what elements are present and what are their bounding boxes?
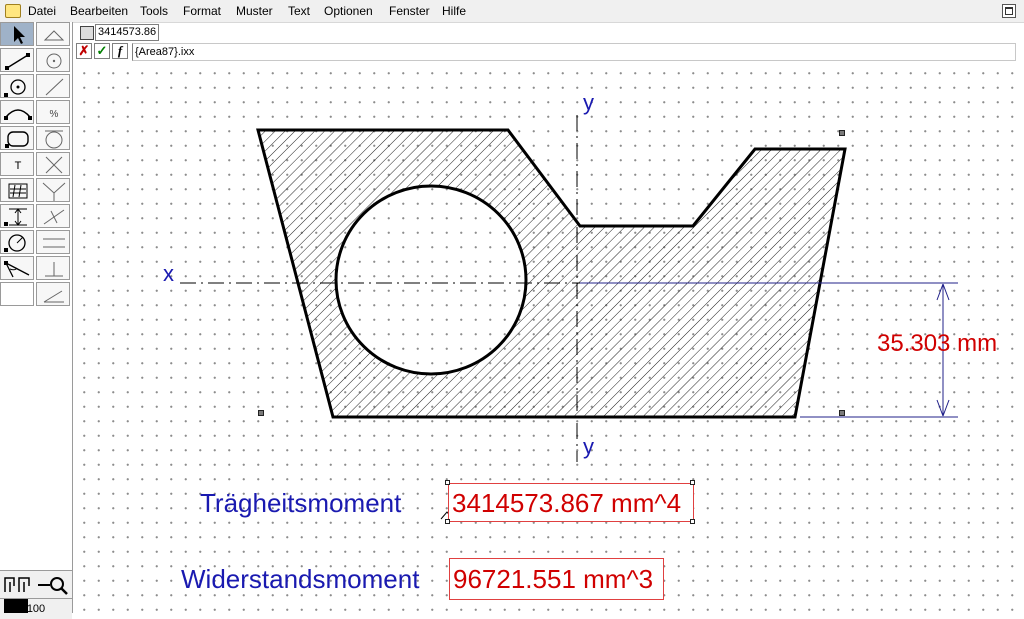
percent-icon: %: [50, 109, 59, 120]
zoom-fit-icon[interactable]: [2, 574, 32, 596]
value-field-icon: [80, 26, 94, 40]
radius-tool[interactable]: [0, 230, 34, 254]
selection-handle[interactable]: [839, 130, 845, 136]
cross-icon: [45, 156, 63, 174]
slope-line-icon: [45, 78, 64, 96]
angle-line-icon: [43, 290, 64, 303]
selection-handle[interactable]: [690, 480, 695, 485]
y-axis-label-top: y: [583, 90, 594, 115]
perpendicular-line-icon: [43, 209, 65, 225]
text-tool[interactable]: T: [0, 152, 34, 176]
arc-icon: [4, 109, 32, 120]
menu-text[interactable]: Text: [288, 4, 310, 18]
line-tool[interactable]: [0, 48, 34, 72]
point-circle-icon: [46, 53, 62, 69]
menu-hilfe[interactable]: Hilfe: [442, 4, 466, 18]
triangle-icon: [43, 30, 65, 41]
section-modulus-label: Widerstandsmoment: [181, 564, 420, 594]
hatch-grid-icon: [8, 183, 28, 199]
empty-tool-slot: [0, 282, 34, 306]
line-icon: [5, 53, 30, 70]
moment-of-inertia-label: Trägheitsmoment: [200, 488, 402, 518]
function-button[interactable]: f: [112, 43, 128, 59]
perpendicular-tool[interactable]: [36, 256, 70, 280]
confirm-button[interactable]: ✓: [94, 43, 110, 59]
selection-handle[interactable]: [690, 519, 695, 524]
toolbox: T % 100: [0, 22, 73, 619]
color-swatch[interactable]: [4, 599, 28, 613]
dimension-tool[interactable]: [0, 204, 34, 228]
svg-text:%: %: [50, 109, 59, 120]
radius-icon: [4, 234, 26, 252]
arc-tool[interactable]: [0, 100, 34, 124]
cancel-button[interactable]: ✗: [76, 43, 92, 59]
section-modulus-value[interactable]: 96721.551 mm^3: [449, 558, 664, 600]
circle-tangent-icon: [45, 130, 63, 149]
rounded-rect-tool[interactable]: [0, 126, 34, 150]
angle-icon: [4, 261, 30, 278]
menu-muster[interactable]: Muster: [236, 4, 273, 18]
menu-tools[interactable]: Tools: [140, 4, 168, 18]
selection-handle[interactable]: [258, 410, 264, 416]
zoom-toolbar: [0, 570, 72, 599]
percent-tool[interactable]: %: [36, 100, 70, 124]
moment-of-inertia-value[interactable]: 3414573.867 mm^4: [448, 483, 694, 522]
hatch-tool[interactable]: [0, 178, 34, 202]
circle-tangent-tool[interactable]: [36, 126, 70, 150]
menu-bearbeiten[interactable]: Bearbeiten: [70, 4, 128, 18]
angle-tool[interactable]: [0, 256, 34, 280]
angle-line-tool[interactable]: [36, 282, 70, 306]
menu-optionen[interactable]: Optionen: [324, 4, 373, 18]
select-arrow-tool[interactable]: [0, 22, 34, 46]
formula-bar: 3414573.86 ✗ ✓ f {Area87}.ixx: [76, 22, 1024, 62]
circle-center-icon: [4, 79, 26, 97]
perpendicular-line-tool[interactable]: [36, 204, 70, 228]
menu-fenster[interactable]: Fenster: [389, 4, 430, 18]
restore-window-icon[interactable]: [1002, 4, 1016, 18]
menu-datei[interactable]: Datei: [28, 4, 56, 18]
x-axis-label: x: [163, 261, 174, 286]
perpendicular-icon: [45, 262, 63, 277]
triangle-tool[interactable]: [36, 22, 70, 46]
bisector-icon: [42, 182, 66, 201]
dimension-icon: [4, 208, 27, 226]
slope-line-tool[interactable]: [36, 74, 70, 98]
menu-bar: Datei Bearbeiten Tools Format Muster Tex…: [0, 0, 1024, 23]
selection-handle[interactable]: [839, 410, 845, 416]
text-icon: T: [15, 160, 22, 172]
zoom-magnifier-icon[interactable]: [36, 574, 70, 596]
folder-icon[interactable]: [5, 4, 21, 18]
selection-handle[interactable]: [445, 480, 450, 485]
y-axis-label-bottom: y: [583, 434, 594, 459]
dimension-value[interactable]: 35.303 mm: [877, 330, 997, 358]
arrow-pointer-icon: [14, 26, 25, 44]
parallel-lines-tool[interactable]: [36, 230, 70, 254]
bisector-tool[interactable]: [36, 178, 70, 202]
parallel-lines-icon: [43, 238, 65, 248]
value-field[interactable]: 3414573.86: [95, 24, 159, 41]
formula-input[interactable]: {Area87}.ixx: [132, 43, 1016, 61]
point-circle-tool[interactable]: [36, 48, 70, 72]
selection-handle[interactable]: [445, 519, 450, 524]
rounded-rect-icon: [5, 131, 29, 148]
svg-text:T: T: [15, 160, 22, 172]
circle-center-tool[interactable]: [0, 74, 34, 98]
cross-tool[interactable]: [36, 152, 70, 176]
menu-format[interactable]: Format: [183, 4, 221, 18]
